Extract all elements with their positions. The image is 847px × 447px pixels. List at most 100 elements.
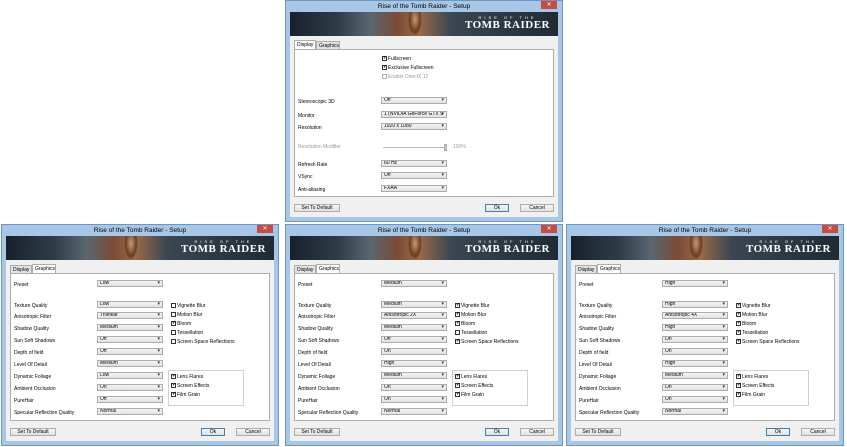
vignette-blur-checkbox[interactable]: ✓Vignette Blur [455,303,490,309]
vignette-blur-checkbox[interactable]: ✓Vignette Blur [736,303,771,309]
cancel-button[interactable]: Cancel [520,428,554,436]
screen-effects-checkbox[interactable]: ✓Screen Effects [736,383,774,389]
set-to-default-button[interactable]: Set To Default [575,428,621,436]
shadow-quality-dropdown[interactable]: High ▾ [662,324,728,331]
anisotropic-filter-dropdown[interactable]: Anisotropic 4X ▾ [662,312,728,319]
lens-flares-checkbox[interactable]: ✓Lens Flares [736,374,768,380]
title-bar[interactable]: Rise of the Tomb Raider - Setup ✕ [286,1,562,12]
enable-dx12-checkbox[interactable]: Enable DirectX 12 [382,74,428,80]
depth-of-field-dropdown[interactable]: On ▾ [381,348,447,355]
anisotropic-filter-dropdown[interactable]: Anisotropic 2X ▾ [381,312,447,319]
refresh-rate-dropdown[interactable]: 60 Hz ▾ [381,160,447,167]
bloom-checkbox[interactable]: ✓Bloom [171,321,191,327]
lens-flares-checkbox[interactable]: ✓Lens Flares [171,374,203,380]
level-of-detail-dropdown[interactable]: High ▾ [662,360,728,367]
close-button[interactable]: ✕ [541,225,557,233]
texture-quality-label: Texture Quality [298,303,332,309]
tab-display[interactable]: Display [575,265,597,273]
screen-space-reflections-checkbox[interactable]: Screen Space Reflections [171,339,235,345]
film-grain-checkbox[interactable]: ✓Film Grain [455,392,484,398]
preset-dropdown[interactable]: Medium ▾ [381,280,447,287]
depth-of-field-dropdown[interactable]: On ▾ [662,348,728,355]
tab-graphics[interactable]: Graphics [32,264,56,273]
resolution-modifier-slider-track[interactable] [383,147,445,148]
tab-display[interactable]: Display [294,40,316,49]
film-grain-checkbox[interactable]: ✓Film Grain [171,392,200,398]
bloom-checkbox[interactable]: ✓Bloom [455,321,475,327]
tab-display[interactable]: Display [10,265,32,273]
tab-display[interactable]: Display [294,265,316,273]
ok-button[interactable]: Ok [485,204,509,212]
bloom-checkbox[interactable]: ✓Bloom [736,321,756,327]
purehair-dropdown[interactable]: On ▾ [381,396,447,403]
ok-button[interactable]: Ok [201,428,225,436]
screen-effects-checkbox[interactable]: ✓Screen Effects [171,383,209,389]
cancel-button[interactable]: Cancel [520,204,554,212]
resolution-modifier-slider-thumb[interactable] [444,144,447,151]
level-of-detail-dropdown[interactable]: High ▾ [381,360,447,367]
motion-blur-checkbox[interactable]: ✓Motion Blur [455,312,486,318]
close-button[interactable]: ✕ [257,225,273,233]
anisotropic-filter-dropdown[interactable]: Trilinear ▾ [97,312,163,319]
vignette-blur-checkbox[interactable]: Vignette Blur [171,303,206,309]
anti-aliasing-dropdown[interactable]: FXAA ▾ [381,185,447,192]
monitor-dropdown[interactable]: 1 (NVIDIA GeForce GTX 9 ▾ [381,111,447,118]
cancel-button[interactable]: Cancel [801,428,835,436]
stereoscopic-dropdown[interactable]: Off ▾ [381,97,447,104]
specular-reflection-dropdown[interactable]: Normal ▾ [97,408,163,415]
purehair-dropdown[interactable]: Off ▾ [97,396,163,403]
ok-button[interactable]: Ok [485,428,509,436]
tessellation-checkbox[interactable]: Tessellation [455,330,487,336]
sun-soft-shadows-dropdown[interactable]: Off ▾ [381,336,447,343]
chevron-down-icon: ▾ [157,408,160,414]
tab-graphics[interactable]: Graphics [316,264,340,273]
level-of-detail-dropdown[interactable]: Medium ▾ [97,360,163,367]
tessellation-checkbox[interactable]: Tessellation [171,330,203,336]
tab-graphics[interactable]: Graphics [316,41,340,49]
film-grain-checkbox[interactable]: ✓Film Grain [736,392,765,398]
title-bar[interactable]: Rise of the Tomb Raider - Setup ✕ [2,225,278,236]
ambient-occlusion-dropdown[interactable]: On ▾ [662,384,728,391]
texture-quality-dropdown[interactable]: Medium ▾ [381,301,447,308]
fullscreen-checkbox[interactable]: ✓Fullscreen [382,56,411,62]
texture-quality-dropdown[interactable]: Low ▾ [97,301,163,308]
close-button[interactable]: ✕ [822,225,838,233]
motion-blur-checkbox[interactable]: Motion Blur [171,312,202,318]
specular-reflection-dropdown[interactable]: Normal ▾ [381,408,447,415]
lens-flares-checkbox[interactable]: ✓Lens Flares [455,374,487,380]
purehair-dropdown[interactable]: On ▾ [662,396,728,403]
vsync-dropdown[interactable]: Off ▾ [381,172,447,179]
exclusive-fullscreen-checkbox[interactable]: ✓Exclusive Fullscreen [382,65,434,71]
tab-graphics[interactable]: Graphics [597,264,621,273]
specular-reflection-dropdown[interactable]: Normal ▾ [662,408,728,415]
shadow-quality-dropdown[interactable]: Medium ▾ [381,324,447,331]
tessellation-checkbox[interactable]: ✓Tessellation [736,330,768,336]
chevron-down-icon: ▾ [157,372,160,378]
motion-blur-checkbox[interactable]: ✓Motion Blur [736,312,767,318]
resolution-dropdown[interactable]: 1920 x 1080 ▾ [381,123,447,130]
title-bar[interactable]: Rise of the Tomb Raider - Setup ✕ [286,225,562,236]
screen-effects-checkbox[interactable]: ✓Screen Effects [455,383,493,389]
dynamic-foliage-dropdown[interactable]: Medium ▾ [381,372,447,379]
title-bar[interactable]: Rise of the Tomb Raider - Setup ✕ [567,225,843,236]
screen-space-reflections-checkbox[interactable]: ✓Screen Space Reflections [455,339,519,345]
dynamic-foliage-dropdown[interactable]: Low ▾ [97,372,163,379]
preset-dropdown[interactable]: Low ▾ [97,280,163,287]
lara-figure-image [123,236,138,260]
screen-space-reflections-checkbox[interactable]: ✓Screen Space Reflections [736,339,800,345]
texture-quality-dropdown[interactable]: High ▾ [662,301,728,308]
ok-button[interactable]: Ok [766,428,790,436]
dynamic-foliage-dropdown[interactable]: Medium ▾ [662,372,728,379]
set-to-default-button[interactable]: Set To Default [294,428,340,436]
cancel-button[interactable]: Cancel [236,428,270,436]
ambient-occlusion-dropdown[interactable]: On ▾ [381,384,447,391]
preset-dropdown[interactable]: High ▾ [662,280,728,287]
ambient-occlusion-dropdown[interactable]: On ▾ [97,384,163,391]
sun-soft-shadows-dropdown[interactable]: On ▾ [662,336,728,343]
set-to-default-button[interactable]: Set To Default [10,428,56,436]
set-to-default-button[interactable]: Set To Default [294,204,340,212]
depth-of-field-dropdown[interactable]: Off ▾ [97,348,163,355]
shadow-quality-dropdown[interactable]: Medium ▾ [97,324,163,331]
sun-soft-shadows-dropdown[interactable]: Off ▾ [97,336,163,343]
close-button[interactable]: ✕ [541,1,557,9]
